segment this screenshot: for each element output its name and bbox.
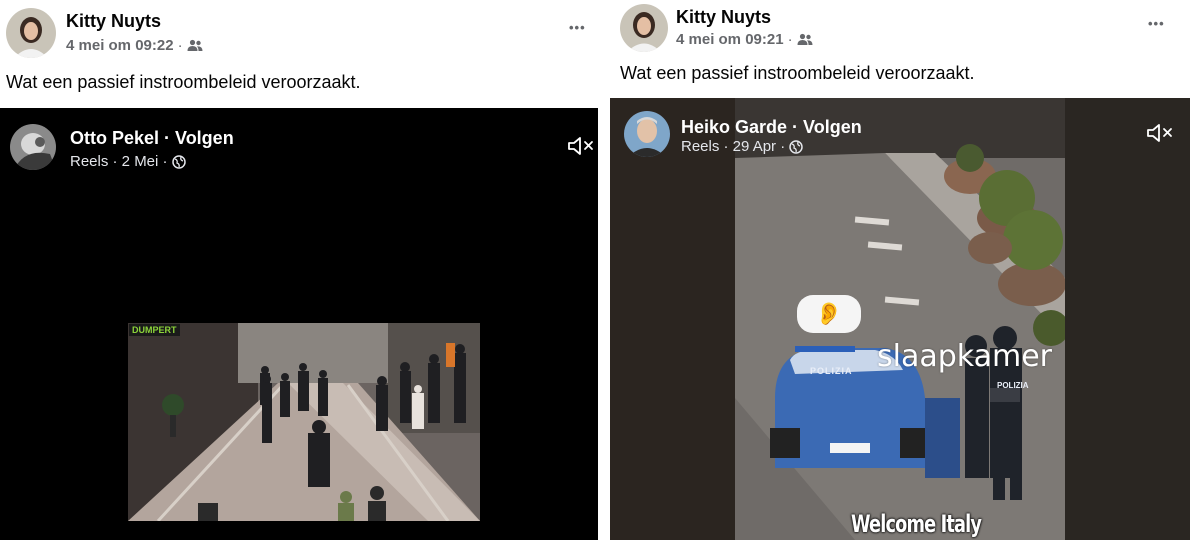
globe-icon bbox=[789, 139, 803, 154]
reel-meta: Reels · 29 Apr · bbox=[681, 138, 803, 155]
more-options-button[interactable]: ••• bbox=[1148, 16, 1165, 31]
muted-speaker-icon[interactable] bbox=[567, 135, 595, 157]
reel-meta-text: Reels · 2 Mei · bbox=[70, 153, 168, 170]
reel-meta: Reels · 2 Mei · bbox=[70, 153, 186, 170]
post-caption: Wat een passief instroombeleid veroorzaa… bbox=[6, 72, 361, 92]
author-avatar[interactable] bbox=[620, 4, 668, 52]
police-scene-image bbox=[735, 98, 1065, 540]
reel-author-follow[interactable]: Otto Pekel · Volgen bbox=[70, 128, 234, 149]
author-name[interactable]: Kitty Nuyts bbox=[676, 7, 771, 28]
reel-video[interactable]: Otto Pekel · Volgen Reels · 2 Mei · DUMP… bbox=[0, 108, 598, 540]
reel-author-follow[interactable]: Heiko Garde · Volgen bbox=[681, 117, 862, 138]
globe-icon bbox=[171, 154, 186, 169]
reel-author-avatar[interactable] bbox=[10, 124, 56, 170]
more-options-button[interactable]: ••• bbox=[569, 20, 586, 35]
video-backdrop-right bbox=[1065, 98, 1190, 540]
post-timestamp[interactable]: 4 mei om 09:21 bbox=[676, 31, 784, 48]
post-right: Kitty Nuyts 4 mei om 09:21 · ••• Wat een… bbox=[610, 0, 1190, 540]
car-livery-text: POLIZIA bbox=[810, 366, 853, 376]
avatar-image bbox=[6, 8, 56, 58]
video-backdrop-left bbox=[610, 98, 735, 540]
post-timestamp[interactable]: 4 mei om 09:22 bbox=[66, 37, 174, 54]
subtitle-caption: Welcome Italy bbox=[851, 510, 982, 538]
reel-author-avatar[interactable] bbox=[624, 111, 670, 157]
muted-speaker-icon[interactable] bbox=[1146, 122, 1174, 144]
post-meta: 4 mei om 09:22 · bbox=[66, 37, 203, 54]
author-name[interactable]: Kitty Nuyts bbox=[66, 11, 161, 32]
avatar-image bbox=[620, 4, 668, 52]
reel-avatar-image bbox=[10, 124, 56, 170]
ear-emoji-bubble: 👂 bbox=[797, 295, 861, 333]
ear-emoji: 👂 bbox=[815, 301, 843, 326]
post-meta: 4 mei om 09:21 · bbox=[676, 31, 813, 48]
post-divider bbox=[598, 0, 610, 540]
friends-icon bbox=[797, 33, 813, 45]
street-scene-image bbox=[128, 323, 480, 521]
author-avatar[interactable] bbox=[6, 8, 56, 58]
post-caption: Wat een passief instroombeleid veroorzaa… bbox=[620, 63, 975, 83]
friends-icon bbox=[187, 39, 203, 51]
watermark-badge: DUMPERT bbox=[129, 324, 180, 336]
meta-separator: · bbox=[787, 31, 793, 48]
reel-meta-text: Reels · 29 Apr · bbox=[681, 138, 786, 155]
post-left: Kitty Nuyts 4 mei om 09:22 · ••• Wat een… bbox=[0, 0, 598, 540]
overlay-caption-word: slaapkamer bbox=[877, 339, 1053, 374]
reel-avatar-image bbox=[624, 111, 670, 157]
officer-vest-text: POLIZIA bbox=[997, 381, 1029, 390]
meta-separator: · bbox=[177, 37, 183, 54]
reel-video[interactable]: Heiko Garde · Volgen Reels · 29 Apr · 👂 … bbox=[610, 98, 1190, 540]
